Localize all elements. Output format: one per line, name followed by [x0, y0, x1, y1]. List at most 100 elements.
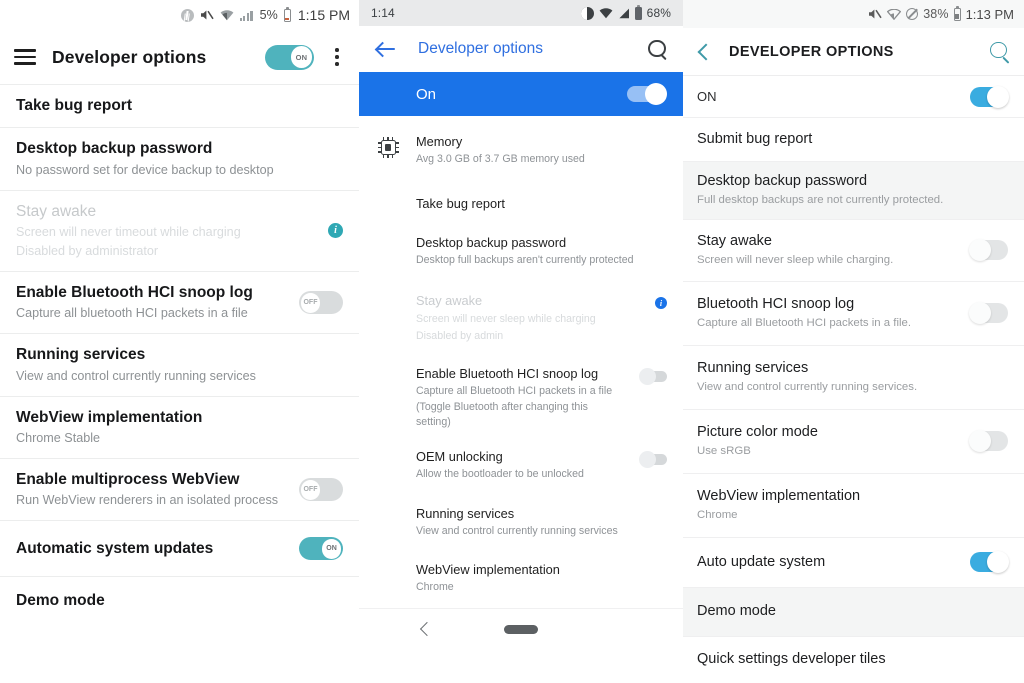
do-not-disturb-icon — [580, 6, 594, 20]
list-item-bluetooth-hci-snoop-log[interactable]: Bluetooth HCI snoop log Capture all Blue… — [683, 281, 1024, 346]
toggle-stay-awake[interactable] — [969, 239, 1008, 262]
app-bar-right: DEVELOPER OPTIONS — [683, 28, 1024, 76]
list-item-text: Running services View and control curren… — [416, 505, 667, 540]
nav-back-icon[interactable] — [419, 622, 435, 637]
list-item-title: WebView implementation — [16, 408, 203, 426]
master-toggle-left[interactable]: ON — [265, 44, 314, 70]
list-item-desktop-backup-password[interactable]: Desktop backup password No password set … — [0, 128, 359, 191]
toggle-bluetooth-hci-snoop-log[interactable]: OFF — [299, 291, 343, 315]
search-icon[interactable] — [648, 39, 667, 59]
back-arrow-icon[interactable] — [375, 39, 396, 60]
list-item-demo-mode[interactable]: Demo mode — [683, 587, 1024, 637]
memory-chip-glyph — [377, 137, 399, 158]
list-item-submit-bug-report[interactable]: Submit bug report — [683, 118, 1024, 162]
list-item-text: Enable Bluetooth HCI snoop log Capture a… — [416, 365, 629, 430]
list-item-text: ON — [697, 78, 958, 115]
list-item-title: Take bug report — [416, 195, 505, 211]
clock-label: 1:14 — [371, 6, 395, 20]
list-item-take-bug-report[interactable]: Take bug report — [359, 180, 683, 222]
list-item-text: Enable Bluetooth HCI snoop log Capture a… — [16, 272, 287, 333]
list-item-text: Stay awake Screen will never timeout whi… — [16, 191, 318, 271]
list-item-auto-update-system[interactable]: Auto update system — [683, 537, 1024, 588]
list-item-title: Running services — [416, 505, 515, 521]
panel-left-developer-options: 5% 1:15 PM Developer options ON Take bug… — [0, 0, 359, 683]
panel-middle-developer-options: 1:14 68% Developer options On Memory Avg… — [359, 0, 683, 683]
list-item-oem-unlocking[interactable]: OEM unlocking Allow the bootloader to be… — [359, 436, 683, 491]
toggle-bluetooth-hci-snoop-log[interactable] — [639, 368, 667, 386]
volume-mute-glyph — [200, 10, 214, 20]
toggle-knob — [987, 85, 1009, 108]
list-item-desktop-backup-password[interactable]: Desktop backup password Desktop full bac… — [359, 221, 683, 279]
list-item-subtitle: No password set for device backup to des… — [16, 162, 274, 177]
toggle-knob-label: OFF — [300, 292, 321, 313]
list-item-bluetooth-hci-snoop-log[interactable]: Enable Bluetooth HCI snoop log Capture a… — [0, 271, 359, 335]
toggle-auto-update-system[interactable] — [970, 551, 1009, 574]
list-item-picture-color-mode[interactable]: Picture color mode Use sRGB — [683, 409, 1024, 474]
list-item-title: Enable Bluetooth HCI snoop log — [416, 366, 599, 382]
list-item-stay-awake: Stay awake Screen will never timeout whi… — [0, 190, 359, 272]
list-item-title: Desktop backup password — [697, 173, 868, 189]
list-item-on-master-switch[interactable]: ON — [683, 76, 1024, 118]
master-toggle-middle[interactable] — [627, 83, 667, 105]
toggle-knob — [969, 239, 991, 262]
list-item-running-services[interactable]: Running services View and control curren… — [683, 345, 1024, 410]
wifi-icon — [886, 8, 902, 20]
toggle-picture-color-mode[interactable] — [969, 430, 1008, 453]
list-item-automatic-system-updates[interactable]: Automatic system updates ON — [0, 521, 359, 578]
wifi-glyph — [220, 9, 233, 20]
toggle-automatic-system-updates[interactable]: ON — [299, 537, 343, 561]
list-item-demo-mode[interactable]: Demo mode — [0, 577, 359, 626]
master-switch-banner-middle[interactable]: On — [359, 72, 683, 116]
kebab-menu-icon[interactable] — [328, 46, 346, 68]
list-item-subtitle: Desktop full backups aren't currently pr… — [416, 254, 634, 267]
list-item-subtitle: View and control currently running servi… — [697, 381, 918, 394]
toggle-knob — [639, 451, 656, 469]
wifi-icon — [220, 9, 234, 21]
list-item-subtitle: Capture all bluetooth HCI packets in a f… — [16, 306, 248, 321]
list-item-webview-implementation[interactable]: WebView implementation Chrome — [359, 547, 683, 608]
list-item-bluetooth-hci-snoop-log[interactable]: Enable Bluetooth HCI snoop log Capture a… — [359, 352, 683, 437]
toggle-oem-unlocking[interactable] — [639, 451, 667, 469]
status-icons-group: 68% — [580, 4, 671, 20]
list-item-webview-implementation[interactable]: WebView implementation Chrome Stable — [0, 396, 359, 459]
list-item-text: Picture color mode Use sRGB — [697, 413, 958, 470]
list-item-quick-settings-developer-tiles[interactable]: Quick settings developer tiles — [683, 636, 1024, 683]
toggle-bluetooth-hci-snoop-log[interactable] — [969, 302, 1008, 325]
list-item-subtitle: Allow the bootloader to be unlocked — [416, 468, 584, 481]
list-item-running-services[interactable]: Running services View and control curren… — [0, 334, 359, 397]
master-toggle-right[interactable] — [970, 85, 1009, 108]
list-item-memory[interactable]: Memory Avg 3.0 GB of 3.7 GB memory used — [359, 116, 683, 181]
toggle-knob — [969, 430, 991, 453]
toggle-knob — [645, 83, 667, 105]
list-item-subtitle: Screen will never sleep while charging. — [697, 254, 894, 267]
status-bar-left: 5% 1:15 PM — [0, 0, 359, 30]
settings-list-left: Take bug report Desktop backup password … — [0, 85, 359, 626]
list-item-running-services[interactable]: Running services View and control curren… — [359, 490, 683, 548]
list-item-subtitle: Chrome — [697, 509, 738, 522]
list-item-text: Stay awake Screen will never sleep while… — [697, 222, 958, 279]
list-item-title: Desktop backup password — [16, 140, 213, 158]
hamburger-menu-icon[interactable] — [14, 49, 36, 65]
info-icon[interactable]: i — [328, 223, 343, 239]
toggle-knob-label: ON — [321, 538, 342, 559]
list-item-enable-multiprocess-webview[interactable]: Enable multiprocess WebView Run WebView … — [0, 458, 359, 522]
page-title-right: DEVELOPER OPTIONS — [729, 43, 894, 60]
nav-home-pill-icon[interactable] — [504, 624, 538, 634]
list-item-stay-awake[interactable]: Stay awake Screen will never sleep while… — [683, 219, 1024, 282]
clock-label: 1:15 PM — [297, 7, 350, 23]
chevron-back-icon[interactable] — [696, 44, 712, 60]
list-item-text: Running services View and control curren… — [16, 334, 343, 395]
list-item-subtitle: View and control currently running servi… — [416, 524, 618, 537]
toggle-knob-label: OFF — [300, 479, 321, 500]
search-icon[interactable] — [990, 41, 1010, 62]
list-item-title: Memory — [416, 134, 463, 149]
list-item-take-bug-report[interactable]: Take bug report — [0, 85, 359, 129]
list-item-title: OEM unlocking — [416, 449, 503, 465]
list-item-subtitle: Full desktop backups are not currently p… — [697, 194, 944, 207]
list-item-webview-implementation[interactable]: WebView implementation Chrome — [683, 473, 1024, 538]
list-item-desktop-backup-password[interactable]: Desktop backup password Full desktop bac… — [683, 162, 1024, 220]
app-bar-left: Developer options ON — [0, 30, 359, 85]
cellular-signal-icon — [239, 10, 254, 21]
toggle-enable-multiprocess-webview[interactable]: OFF — [299, 478, 343, 502]
info-icon[interactable]: i — [655, 297, 667, 310]
